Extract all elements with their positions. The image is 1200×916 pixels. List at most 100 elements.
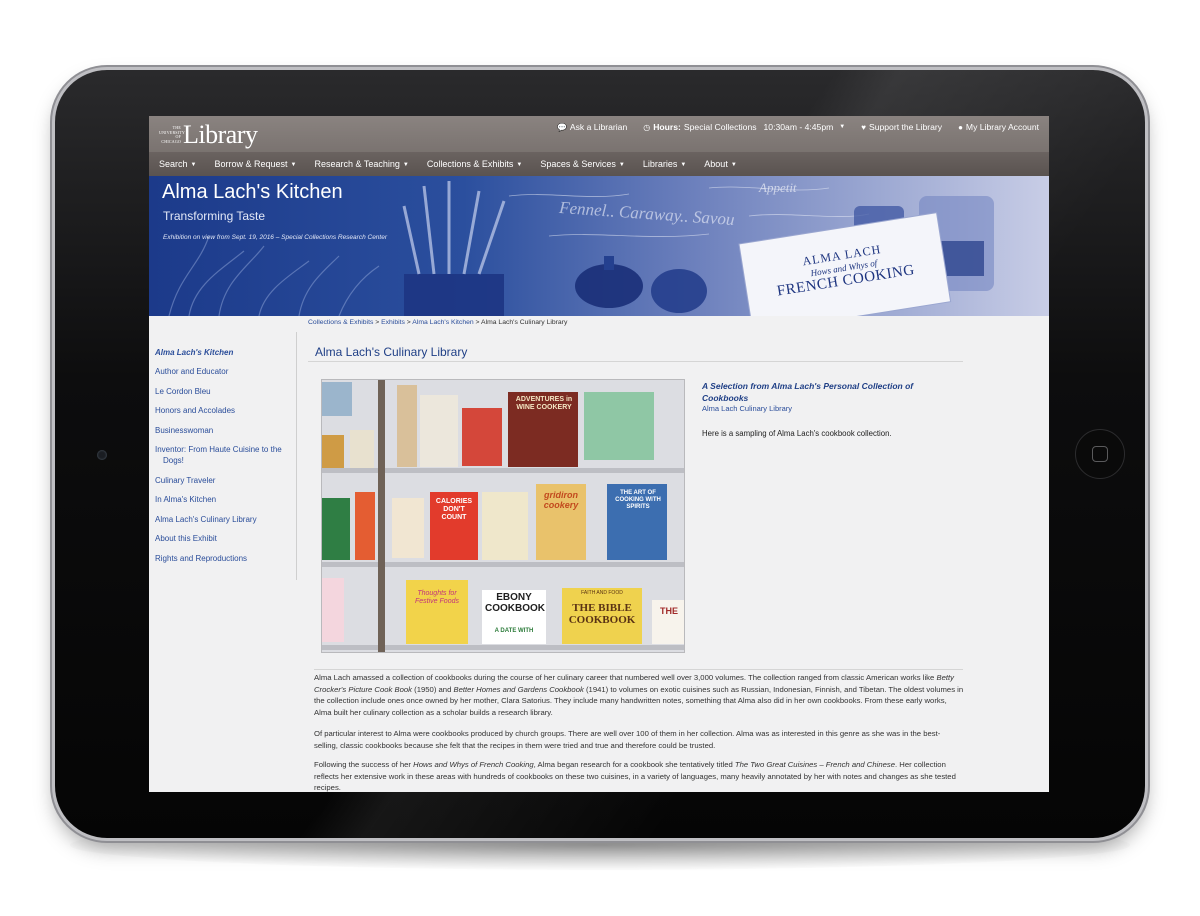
sidebar-item-rights-reproductions[interactable]: Rights and Reproductions <box>155 553 247 564</box>
exhibit-dates: Exhibition on view from Sept. 19, 2016 –… <box>163 234 388 241</box>
sidebar-item-businesswoman[interactable]: Businesswoman <box>155 425 213 436</box>
library-logo[interactable]: THE UNIVERSITY OF CHICAGO Library <box>159 120 258 150</box>
hours-time: 10:30am - 4:45pm <box>763 122 834 132</box>
paragraph-collection: Alma Lach amassed a collection of cookbo… <box>314 672 964 718</box>
pepper-mill-top <box>604 256 614 270</box>
logo-university-text: THE UNIVERSITY OF CHICAGO <box>159 125 185 144</box>
logo-word: CHICAGO <box>161 138 181 144</box>
chevron-down-icon: ▼ <box>290 162 297 168</box>
user-icon: ● <box>958 122 963 132</box>
sidebar-item-inventor[interactable]: Inventor: From Haute Cuisine to the Dogs… <box>155 444 293 466</box>
book-ebony: EBONY COOKBOOK <box>485 592 545 614</box>
chevron-down-icon: ▼ <box>190 162 197 168</box>
nav-label: About <box>704 159 728 169</box>
hours-label: Hours: <box>653 122 681 132</box>
sidebar-item-inventor-line2: Dogs! <box>163 456 184 465</box>
logo-library-text: Library <box>183 120 258 149</box>
sidebar-item-honors-accolades[interactable]: Honors and Accolades <box>155 405 235 416</box>
site-header: THE UNIVERSITY OF CHICAGO Library 💬 Ask … <box>149 116 1049 152</box>
chevron-down-icon: ▼ <box>516 162 523 168</box>
book-title-text: The Two Great Cuisines – French and Chin… <box>734 760 896 769</box>
home-square-icon <box>1092 446 1108 462</box>
breadcrumb-collections-exhibits[interactable]: Collections & Exhibits <box>308 319 373 326</box>
nav-label: Borrow & Request <box>214 159 288 169</box>
ask-librarian-link[interactable]: 💬 Ask a Librarian <box>557 122 627 132</box>
exhibit-title: Alma Lach's Kitchen <box>162 181 343 203</box>
sidebar-item-alma-lachs-kitchen[interactable]: Alma Lach's Kitchen <box>155 347 233 358</box>
sidebar-item-about-exhibit[interactable]: About this Exhibit <box>155 533 217 544</box>
wall-text-appetit: Appetit <box>759 180 797 195</box>
screen: THE UNIVERSITY OF CHICAGO Library 💬 Ask … <box>149 116 1049 792</box>
book-festive-foods: Thoughts for Festive Foods <box>415 590 459 605</box>
support-library-label: Support the Library <box>868 122 943 132</box>
breadcrumb: Collections & Exhibits > Exhibits > Alma… <box>308 319 567 326</box>
exhibit-subtitle: Transforming Taste <box>163 209 266 223</box>
clock-icon: ◷ <box>643 122 651 132</box>
book-wine-cookery: ADVENTURES in WINE COOKERY <box>515 396 573 411</box>
nav-label: Libraries <box>642 159 678 169</box>
chevron-down-icon: ▼ <box>730 162 737 168</box>
sidebar-item-le-cordon-bleu[interactable]: Le Cordon Bleu <box>155 386 211 397</box>
hours-dropdown[interactable]: ◷ Hours: Special Collections 10:30am - 4… <box>643 122 845 132</box>
nav-search[interactable]: Search ▼ <box>159 159 196 169</box>
breadcrumb-current: Alma Lach's Culinary Library <box>481 319 568 326</box>
body-divider <box>314 669 963 670</box>
nav-about[interactable]: About ▼ <box>704 159 736 169</box>
gift-icon: ♥ <box>861 122 866 132</box>
main-nav: Search ▼ Borrow & Request ▼ Research & Tea… <box>149 152 1049 176</box>
paragraph-two-cuisines: Following the success of her Hows and Wh… <box>314 759 964 792</box>
book-title-text: Hows and Whys of French Cooking <box>413 760 534 769</box>
title-divider <box>308 361 963 362</box>
chat-bubble-icon: 💬 <box>556 122 567 132</box>
support-library-link[interactable]: ♥ Support the Library <box>861 122 942 132</box>
book-gridiron: gridiron cookery <box>543 490 579 510</box>
breadcrumb-alma-lachs-kitchen[interactable]: Alma Lach's Kitchen <box>412 319 473 326</box>
nav-label: Spaces & Services <box>540 159 616 169</box>
book-spirits: THE ART OF COOKING WITH SPIRITS <box>615 490 661 510</box>
cookbook-shelf-photo[interactable]: ADVENTURES in WINE COOKERY CALORIES DON'… <box>321 379 685 653</box>
book-title-text: Better Homes and Gardens Cookbook <box>453 684 584 694</box>
sidebar-item-inventor-line1: Inventor: From Haute Cuisine to the <box>155 445 282 454</box>
home-button[interactable] <box>1075 429 1125 479</box>
exhibit-banner: ALMA LACH Hows and Whys of FRENCH COOKIN… <box>149 176 1049 316</box>
chevron-down-icon: ▼ <box>680 162 687 168</box>
chevron-down-icon: ▼ <box>618 162 625 168</box>
selection-title: A Selection from Alma Lach's Personal Co… <box>702 381 914 403</box>
book-date-with: A DATE WITH <box>494 628 534 634</box>
nav-label: Search <box>159 159 188 169</box>
hours-value: Special Collections <box>683 122 757 132</box>
nav-libraries[interactable]: Libraries ▼ <box>643 159 686 169</box>
utensil-jar <box>404 274 504 316</box>
utility-links: 💬 Ask a Librarian ◷ Hours: Special Colle… <box>557 122 1039 132</box>
selection-link[interactable]: Alma Lach Culinary Library <box>702 404 792 413</box>
pepper-mill <box>575 264 643 308</box>
breadcrumb-exhibits[interactable]: Exhibits <box>381 319 405 326</box>
paragraph-church-cookbooks: Of particular interest to Alma were cook… <box>314 729 941 750</box>
pot <box>651 269 707 313</box>
paragraph-text: , Alma began research for a cookbook she… <box>533 760 735 769</box>
nav-borrow-request[interactable]: Borrow & Request ▼ <box>214 159 296 169</box>
selection-description: Here is a sampling of Alma Lach's cookbo… <box>702 429 892 438</box>
breadcrumb-separator: > <box>373 319 382 326</box>
ask-librarian-label: Ask a Librarian <box>569 122 628 132</box>
paragraph-text: (1950) and <box>412 684 454 694</box>
account-link[interactable]: ● My Library Account <box>958 122 1039 132</box>
book-faith-food: FAITH AND FOOD <box>581 590 623 596</box>
chevron-down-icon: ▼ <box>402 162 409 168</box>
nav-label: Collections & Exhibits <box>426 159 514 169</box>
sidebar-item-culinary-library[interactable]: Alma Lach's Culinary Library <box>155 514 257 525</box>
paragraph-text: Alma Lach amassed a collection of cookbo… <box>314 673 937 682</box>
sidebar-item-author-educator[interactable]: Author and Educator <box>155 366 228 377</box>
sidebar-item-culinary-traveler[interactable]: Culinary Traveler <box>155 475 215 486</box>
chevron-down-icon: ▼ <box>839 124 846 130</box>
nav-research-teaching[interactable]: Research & Teaching ▼ <box>314 159 408 169</box>
herb-illustration <box>168 235 380 316</box>
book-calories: CALORIES DON'T COUNT <box>435 498 473 521</box>
nav-label: Research & Teaching <box>314 159 400 169</box>
camera-icon <box>97 450 107 460</box>
sidebar-item-in-almas-kitchen[interactable]: In Alma's Kitchen <box>155 494 216 505</box>
paragraph-text: Following the success of her <box>314 760 414 769</box>
nav-spaces-services[interactable]: Spaces & Services ▼ <box>540 159 625 169</box>
nav-collections-exhibits[interactable]: Collections & Exhibits ▼ <box>427 159 523 169</box>
book-bible-cookbook: THE BIBLE COOKBOOK <box>568 602 636 626</box>
